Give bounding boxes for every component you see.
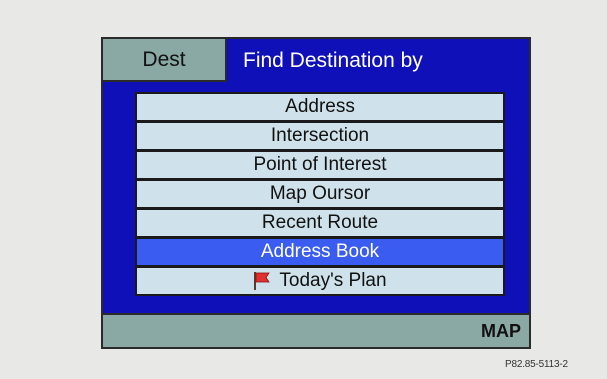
menu-item-label: Today's Plan (279, 270, 387, 291)
menu-item-point-of-interest[interactable]: Point of Interest (137, 152, 503, 178)
destination-menu: Address Intersection Point of Interest M… (135, 92, 505, 296)
menu-item-label: Map Oursor (269, 183, 371, 204)
menu-item-label: Recent Route (261, 212, 379, 233)
menu-item-intersection[interactable]: Intersection (137, 123, 503, 149)
dest-tab-label: Dest (142, 47, 186, 71)
menu-item-recent-route[interactable]: Recent Route (137, 210, 503, 236)
red-flag-icon (254, 272, 271, 290)
menu-item-label: Intersection (270, 125, 370, 146)
reference-code: P82.85-5113-2 (505, 359, 568, 370)
menu-item-label: Address Book (260, 241, 380, 262)
bottom-bar: MAP (103, 313, 529, 347)
menu-item-map-cursor[interactable]: Map Oursor (137, 181, 503, 207)
menu-item-label: Point of Interest (253, 154, 387, 175)
screen-title: Find Destination by (243, 48, 423, 72)
map-button-label: MAP (481, 320, 521, 341)
menu-item-label: Address (285, 96, 355, 117)
menu-item-address[interactable]: Address (137, 94, 503, 120)
dest-tab[interactable]: Dest (103, 39, 227, 82)
map-button[interactable]: MAP (481, 315, 521, 347)
navigation-screen: Dest Find Destination by Address Interse… (101, 37, 531, 349)
menu-item-address-book[interactable]: Address Book (137, 239, 503, 265)
menu-item-todays-plan[interactable]: Today's Plan (137, 268, 503, 294)
